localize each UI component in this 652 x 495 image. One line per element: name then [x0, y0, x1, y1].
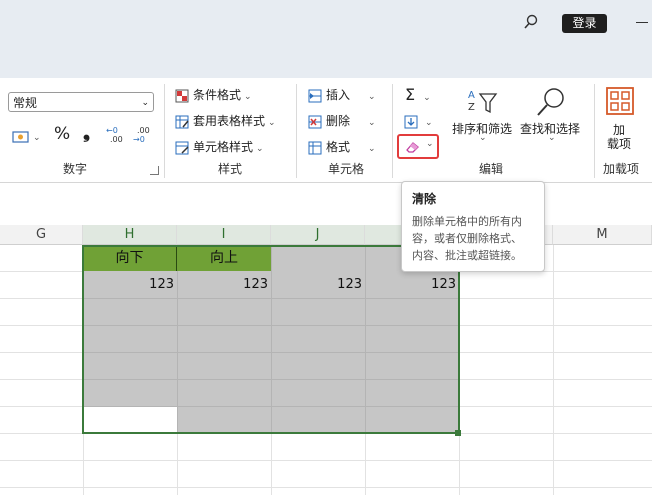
- cell-style-label: 单元格样式: [193, 140, 254, 154]
- sigma-icon: Σ: [405, 85, 416, 104]
- svg-text:A: A: [468, 90, 475, 101]
- sort-filter-button[interactable]: A Z: [456, 86, 500, 121]
- table-style-label: 套用表格样式: [193, 114, 266, 128]
- svg-text:.00: .00: [110, 135, 123, 143]
- tooltip-line: 容，或者仅删除格式、: [412, 232, 522, 245]
- title-bar: [0, 0, 652, 78]
- clear-tooltip: 清除 删除单元格中的所有内 容，或者仅删除格式、 内容、批注或超链接。: [401, 181, 545, 272]
- ribbon-divider: [164, 84, 165, 178]
- search-icon[interactable]: [523, 14, 539, 30]
- number-format-value: 常规: [13, 96, 38, 110]
- currency-button[interactable]: ⌄: [12, 126, 41, 146]
- delete-icon: [308, 115, 322, 128]
- ribbon-divider: [392, 84, 393, 178]
- dialog-launcher-icon[interactable]: [150, 166, 159, 175]
- decrease-decimal-icon[interactable]: .00 →0: [133, 125, 155, 143]
- fill-button[interactable]: ⌄: [404, 111, 433, 131]
- conditional-format-button[interactable]: 条件格式 ⌄: [175, 85, 252, 105]
- find-select-button[interactable]: [535, 86, 567, 121]
- comma-button[interactable]: ❟: [83, 122, 90, 143]
- addin-button[interactable]: [606, 87, 634, 118]
- eraser-icon: [406, 142, 419, 153]
- svg-text:→0: →0: [133, 135, 145, 143]
- cell-style-icon: [175, 141, 189, 154]
- login-button[interactable]: 登录: [562, 14, 607, 33]
- svg-text:Z: Z: [468, 102, 475, 113]
- insert-icon: [308, 89, 322, 102]
- conditional-format-icon: [175, 89, 189, 102]
- format-icon: [308, 141, 322, 154]
- increase-decimal-icon[interactable]: ←0 .00: [106, 125, 128, 143]
- table-style-icon: [175, 115, 189, 128]
- addin-group-label: 加载项: [602, 162, 639, 176]
- chevron-down-icon: ⌄: [479, 133, 487, 143]
- cell-style-button[interactable]: 单元格样式 ⌄: [175, 137, 264, 157]
- sheet-grid[interactable]: 向下 向上 123 123 123 123: [0, 245, 652, 495]
- currency-icon: [12, 130, 29, 143]
- addin-label-line2: 载项: [607, 137, 632, 151]
- fill-down-icon: [404, 115, 418, 128]
- autosum-button[interactable]: Σ ⌄: [405, 85, 431, 105]
- format-label: 格式: [326, 140, 351, 154]
- tooltip-body: 删除单元格中的所有内 容，或者仅删除格式、 内容、批注或超链接。: [412, 213, 534, 264]
- ribbon-divider: [296, 84, 297, 178]
- selection-border: [82, 245, 460, 434]
- svg-text:.00: .00: [137, 126, 150, 135]
- table-style-button[interactable]: 套用表格样式 ⌄: [175, 111, 276, 131]
- minimize-icon[interactable]: [636, 22, 648, 23]
- clear-button[interactable]: ⌄: [397, 134, 439, 159]
- format-button[interactable]: 格式 ⌄: [308, 137, 376, 157]
- chevron-down-icon: ⌄: [426, 139, 434, 149]
- chevron-down-icon: ⌄: [141, 98, 149, 108]
- column-header-g[interactable]: G: [0, 225, 83, 245]
- tooltip-title: 清除: [412, 192, 437, 206]
- column-header-j[interactable]: J: [271, 225, 365, 245]
- column-header-i[interactable]: I: [177, 225, 271, 245]
- delete-button[interactable]: 删除 ⌄: [308, 111, 376, 131]
- sort-filter-icon: A Z: [468, 90, 498, 114]
- formula-bar[interactable]: [0, 183, 652, 226]
- number-group-label: 数字: [62, 162, 87, 176]
- percent-button[interactable]: %: [54, 124, 70, 144]
- conditional-format-label: 条件格式: [193, 88, 242, 102]
- edit-group-label: 编辑: [478, 162, 503, 176]
- addin-grid-icon: [606, 87, 634, 115]
- tooltip-line: 删除单元格中的所有内: [412, 215, 522, 228]
- cells-group-label: 单元格: [327, 162, 364, 176]
- find-icon: [537, 88, 564, 116]
- insert-label: 插入: [326, 88, 351, 102]
- styles-group-label: 样式: [217, 162, 242, 176]
- tooltip-line: 内容、批注或超链接。: [412, 249, 522, 262]
- insert-button[interactable]: 插入 ⌄: [308, 85, 376, 105]
- column-header-m[interactable]: M: [553, 225, 652, 245]
- chevron-down-icon: ⌄: [548, 133, 556, 143]
- column-header-h[interactable]: H: [83, 225, 177, 245]
- number-format-select[interactable]: 常规 ⌄: [8, 92, 154, 112]
- svg-text:←0: ←0: [106, 126, 118, 135]
- fill-handle[interactable]: [455, 430, 461, 436]
- ribbon-divider: [594, 84, 595, 178]
- delete-label: 删除: [326, 114, 351, 128]
